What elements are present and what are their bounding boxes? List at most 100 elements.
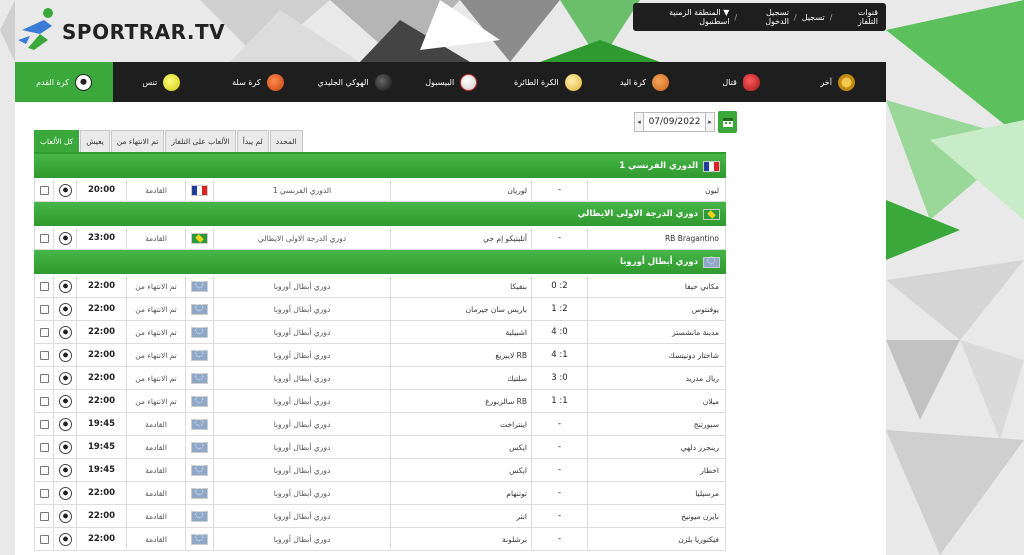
nav-item-baseball[interactable]: البيسبول bbox=[403, 62, 500, 102]
select-checkbox[interactable] bbox=[39, 373, 49, 383]
tab-finished[interactable]: تم الانتهاء من bbox=[110, 130, 165, 152]
select-checkbox-cell[interactable] bbox=[35, 505, 54, 527]
away-team[interactable]: اينتراخت bbox=[391, 413, 532, 435]
select-checkbox[interactable] bbox=[39, 396, 49, 406]
home-team[interactable]: ريال مدريد bbox=[588, 367, 725, 389]
away-team[interactable]: سلتيك bbox=[391, 367, 532, 389]
away-team[interactable]: بنفيكا bbox=[391, 275, 532, 297]
table-row[interactable]: 22:00تم الانتهاء من دوري أبطال أوروباسالز… bbox=[34, 390, 726, 413]
select-checkbox[interactable] bbox=[39, 233, 49, 243]
select-checkbox-cell[interactable] bbox=[35, 390, 54, 412]
table-row[interactable]: 22:00تم الانتهاء من دوري أبطال أوروباسلتي… bbox=[34, 367, 726, 390]
select-checkbox-cell[interactable] bbox=[35, 482, 54, 504]
tab-live[interactable]: يعيش bbox=[80, 130, 110, 152]
calendar-button[interactable] bbox=[718, 111, 737, 133]
timezone-dropdown[interactable]: ▼ المنطقة الزمنية اسطنبول bbox=[641, 8, 729, 26]
home-team[interactable]: بايرن ميونيخ bbox=[588, 505, 725, 527]
home-team[interactable]: RB Bragantino bbox=[588, 227, 725, 249]
select-checkbox-cell[interactable] bbox=[35, 321, 54, 343]
table-row[interactable]: 22:00القادمة دوري أبطال أوروباانتر-بايرن … bbox=[34, 505, 726, 528]
away-team[interactable]: اشبيلية bbox=[391, 321, 532, 343]
select-checkbox-cell[interactable] bbox=[35, 459, 54, 481]
select-checkbox-cell[interactable] bbox=[35, 275, 54, 297]
select-checkbox-cell[interactable] bbox=[35, 179, 54, 201]
home-team[interactable]: ميلان bbox=[588, 390, 725, 412]
home-team[interactable]: مرسيليا bbox=[588, 482, 725, 504]
tab-selected[interactable]: المحدد bbox=[269, 130, 303, 152]
nav-item-fighting[interactable]: قتال bbox=[693, 62, 790, 102]
away-team[interactable]: لايبزيغ RB bbox=[391, 344, 532, 366]
away-team[interactable]: أتليتيكو إم جي bbox=[391, 227, 532, 249]
nav-item-other[interactable]: آخر bbox=[789, 62, 886, 102]
login-link[interactable]: تسجيل الدخول bbox=[742, 8, 789, 26]
select-checkbox-cell[interactable] bbox=[35, 298, 54, 320]
nav-item-basketball[interactable]: كرة سلة bbox=[210, 62, 307, 102]
select-checkbox-cell[interactable] bbox=[35, 344, 54, 366]
flag-eu-icon bbox=[191, 394, 208, 407]
select-checkbox[interactable] bbox=[39, 534, 49, 544]
home-team[interactable]: اخطار bbox=[588, 459, 725, 481]
table-row[interactable]: 20:00 القادمة الدوري الفرنسي 1 لوريان - ليون bbox=[34, 179, 726, 202]
tab-all-games[interactable]: كل الألعاب bbox=[34, 130, 80, 152]
date-input[interactable]: 07/09/2022 bbox=[644, 112, 705, 132]
site-logo[interactable]: SPORTRAR.TV bbox=[18, 2, 225, 60]
select-checkbox-cell[interactable] bbox=[35, 436, 54, 458]
home-team[interactable]: ليون bbox=[588, 179, 725, 201]
away-team[interactable]: توتنهام bbox=[391, 482, 532, 504]
tab-not-started[interactable]: لم يبدأ bbox=[236, 130, 269, 152]
select-checkbox[interactable] bbox=[39, 442, 49, 452]
table-row[interactable]: 19:45القادمة دوري أبطال أوروبااينتراخت-سب… bbox=[34, 413, 726, 436]
select-checkbox[interactable] bbox=[39, 281, 49, 291]
home-team[interactable]: سبورتنج bbox=[588, 413, 725, 435]
select-checkbox-cell[interactable] bbox=[35, 528, 54, 550]
home-team[interactable]: فيكتوريا بلزن bbox=[588, 528, 725, 550]
soccer-ball-icon bbox=[58, 231, 72, 245]
away-team[interactable]: ايكس bbox=[391, 459, 532, 481]
select-checkbox-cell[interactable] bbox=[35, 367, 54, 389]
home-team[interactable]: مكابي حيفا bbox=[588, 275, 725, 297]
competition-name: دوري أبطال أوروبا bbox=[214, 528, 391, 550]
table-row[interactable]: 19:45القادمة دوري أبطال أوروباايكس-اخطار bbox=[34, 459, 726, 482]
select-checkbox[interactable] bbox=[39, 419, 49, 429]
home-team[interactable]: يوفنتوس bbox=[588, 298, 725, 320]
table-row[interactable]: 19:45القادمة دوري أبطال أوروباايكس-رينجرز… bbox=[34, 436, 726, 459]
away-team[interactable]: باريس سان جيرمان bbox=[391, 298, 532, 320]
nav-item-volleyball[interactable]: الكرة الطائرة bbox=[500, 62, 597, 102]
home-team[interactable]: رينجرز دلهي bbox=[588, 436, 725, 458]
table-row[interactable]: 22:00القادمة دوري أبطال أوروباتوتنهام-مرس… bbox=[34, 482, 726, 505]
select-checkbox[interactable] bbox=[39, 465, 49, 475]
date-prev-button[interactable]: ◂ bbox=[634, 112, 644, 132]
league-header[interactable]: دوري الدرجة الاولى الايطالي bbox=[34, 202, 726, 227]
table-row[interactable]: 22:00تم الانتهاء من دوري أبطال أوروباباري… bbox=[34, 298, 726, 321]
nav-item-handball[interactable]: كرة اليد bbox=[596, 62, 693, 102]
table-row[interactable]: 22:00تم الانتهاء من دوري أبطال أوروبااشبي… bbox=[34, 321, 726, 344]
select-checkbox-cell[interactable] bbox=[35, 413, 54, 435]
register-link[interactable]: تسجيل bbox=[802, 13, 825, 22]
select-checkbox[interactable] bbox=[39, 327, 49, 337]
nav-item-ice-hockey[interactable]: الهوكي الجليدي bbox=[306, 62, 403, 102]
select-checkbox[interactable] bbox=[39, 185, 49, 195]
away-team[interactable]: لوريان bbox=[391, 179, 532, 201]
away-team[interactable]: ايكس bbox=[391, 436, 532, 458]
home-team[interactable]: مدينة مانشستر bbox=[588, 321, 725, 343]
away-team[interactable]: انتر bbox=[391, 505, 532, 527]
table-row[interactable]: 22:00تم الانتهاء من دوري أبطال أوروبالايب… bbox=[34, 344, 726, 367]
home-team[interactable]: شاختار دونيتسك bbox=[588, 344, 725, 366]
table-row[interactable]: 22:00القادمة دوري أبطال أوروبابرشلونة-فيك… bbox=[34, 528, 726, 551]
table-row[interactable]: 22:00تم الانتهاء من دوري أبطال أوروبابنفي… bbox=[34, 275, 726, 298]
select-checkbox[interactable] bbox=[39, 511, 49, 521]
select-checkbox-cell[interactable] bbox=[35, 227, 54, 249]
nav-item-tennis[interactable]: تنس bbox=[113, 62, 210, 102]
select-checkbox[interactable] bbox=[39, 350, 49, 360]
league-header[interactable]: دوري أبطال أوروبا bbox=[34, 250, 726, 275]
nav-item-football[interactable]: كرة القدم bbox=[15, 62, 113, 102]
select-checkbox[interactable] bbox=[39, 304, 49, 314]
away-team[interactable]: سالزبورغ RB bbox=[391, 390, 532, 412]
select-checkbox[interactable] bbox=[39, 488, 49, 498]
tab-tv-games[interactable]: الألعاب على التلفاز bbox=[165, 130, 236, 152]
date-next-button[interactable]: ▸ bbox=[705, 112, 715, 132]
tv-channels-link[interactable]: قنوات التلفاز bbox=[837, 8, 878, 26]
away-team[interactable]: برشلونة bbox=[391, 528, 532, 550]
league-header[interactable]: الدوري الفرنسي 1 bbox=[34, 154, 726, 179]
table-row[interactable]: 23:00 القادمة دوري الدرجة الاولى الايطالي أ… bbox=[34, 227, 726, 250]
